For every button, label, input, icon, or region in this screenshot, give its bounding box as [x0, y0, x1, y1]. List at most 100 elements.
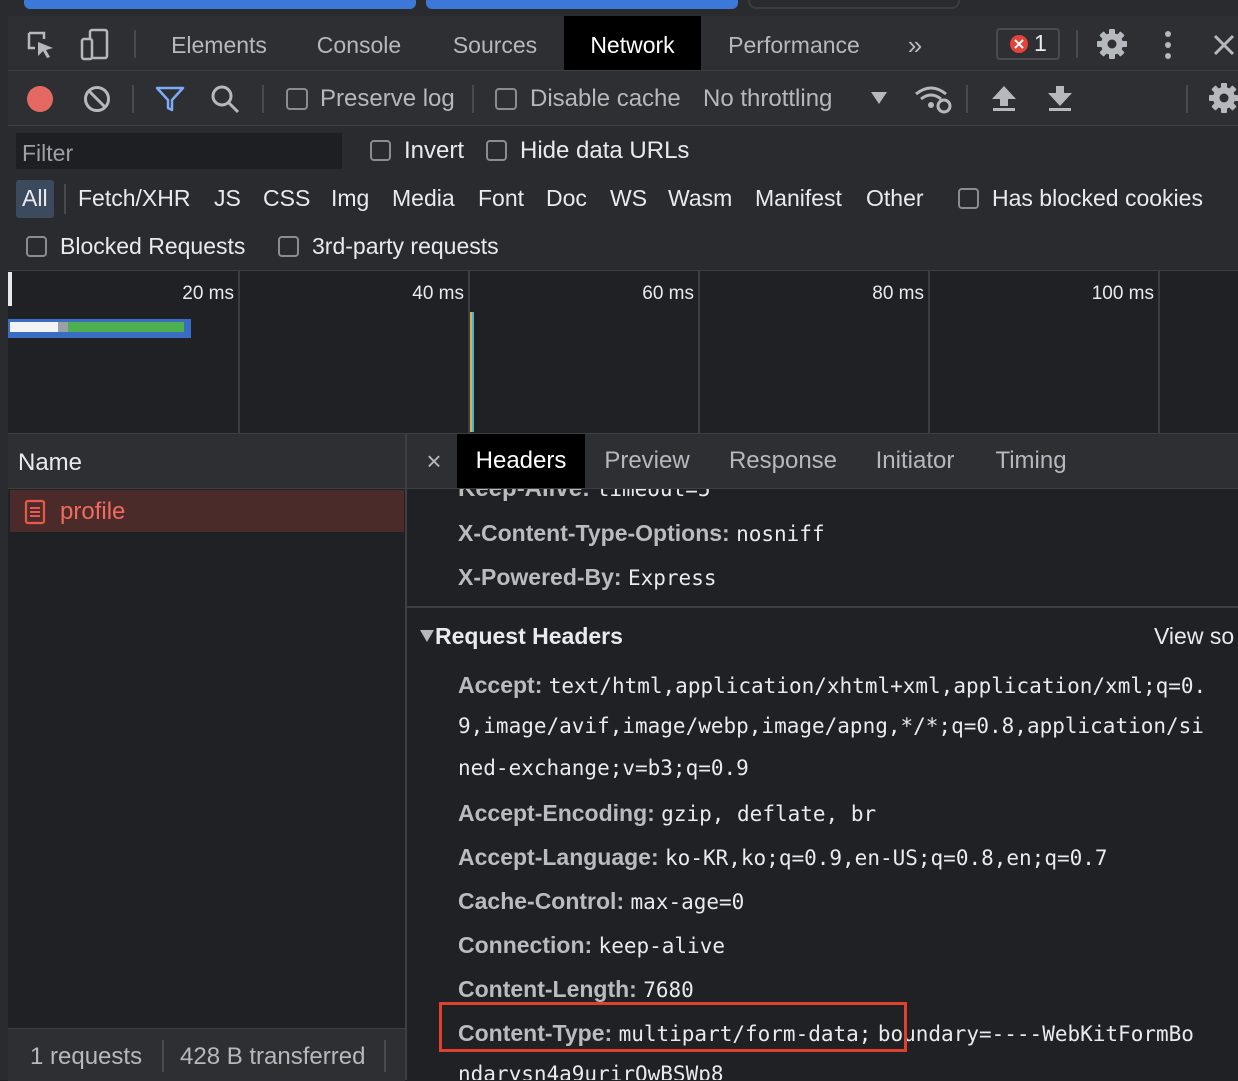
filter-type-font[interactable]: Font [478, 185, 524, 212]
timeline-gridline [238, 271, 240, 433]
filter-type-fetch-xhr[interactable]: Fetch/XHR [78, 185, 190, 212]
network-conditions-icon[interactable] [914, 82, 952, 114]
header-name: Accept: [458, 672, 543, 698]
transferred-size: 428 B transferred [180, 1043, 366, 1070]
filter-type-media[interactable]: Media [392, 185, 455, 212]
tab-timing[interactable]: Timing [986, 434, 1076, 488]
filter-type-js[interactable]: JS [214, 185, 241, 212]
tab-response[interactable]: Response [720, 434, 846, 488]
toolbar-divider [1076, 30, 1078, 58]
header-value: timeout=5 [596, 489, 711, 501]
header-row: Accept-Language: ko-KR,ko;q=0.9,en-US;q=… [458, 844, 1108, 871]
timeline-bar-queue [10, 322, 58, 332]
status-divider [384, 1040, 386, 1072]
tab-elements[interactable]: Elements [154, 16, 284, 70]
header-name: Keep-Alive: [458, 489, 590, 502]
invert-checkbox[interactable] [370, 140, 391, 161]
header-row: Accept: text/html,application/xhtml+xml,… [458, 672, 1206, 699]
chevron-down-icon[interactable] [870, 90, 888, 106]
blocked-requests-label: Blocked Requests [60, 233, 246, 259]
tab-performance[interactable]: Performance [710, 16, 878, 70]
close-devtools-icon[interactable] [1212, 33, 1236, 57]
timeline-bar-stalled [58, 322, 68, 332]
browser-tab[interactable] [748, 0, 960, 9]
load-event-line [472, 312, 474, 432]
preserve-log-label: Preserve log [320, 85, 455, 112]
header-name: Accept-Encoding: [458, 800, 655, 826]
header-name: Accept-Language: [458, 844, 659, 870]
toolbar-divider [262, 85, 264, 113]
filter-type-css[interactable]: CSS [263, 185, 310, 212]
throttling-select[interactable]: No throttling [703, 85, 832, 113]
header-value: keep-alive [598, 934, 725, 958]
network-settings-icon[interactable] [1208, 82, 1238, 114]
header-value-overflow: ndarysn4a9urirOwBSWp8 [407, 1058, 1238, 1080]
tab-sources[interactable]: Sources [436, 16, 554, 70]
inspect-icon[interactable] [26, 30, 56, 60]
header-name: Cache-Control: [458, 888, 625, 914]
disable-cache-checkbox[interactable] [495, 88, 517, 110]
disable-cache-label: Disable cache [530, 85, 681, 112]
header-row: Keep-Alive: timeout=5 [458, 489, 711, 503]
toolbar-divider [134, 30, 136, 58]
status-divider [162, 1040, 164, 1072]
name-column-title: Name [18, 449, 83, 476]
filter-type-other[interactable]: Other [866, 185, 924, 212]
filter-type-ws[interactable]: WS [610, 185, 647, 212]
clear-icon[interactable] [82, 84, 112, 114]
third-party-label: 3rd-party requests [312, 233, 499, 259]
header-name: Connection: [458, 932, 593, 958]
header-value-boundary: boundary=----WebKitFormBo [877, 1022, 1194, 1046]
record-icon[interactable] [26, 85, 54, 113]
header-value-continued: ndarysn4a9urirOwBSWp8 [458, 1062, 724, 1080]
hide-data-urls-label: Hide data URLs [520, 137, 690, 164]
tab-network[interactable]: Network [564, 16, 701, 70]
header-value: ko-KR,ko;q=0.9,en-US;q=0.8,en;q=0.7 [665, 846, 1108, 870]
section-divider [407, 606, 1238, 608]
tab-console[interactable]: Console [298, 16, 420, 70]
highlight-box [439, 1002, 907, 1052]
filter-type-img[interactable]: Img [331, 185, 369, 212]
has-blocked-cookies-checkbox[interactable] [958, 188, 979, 209]
search-icon[interactable] [210, 84, 240, 114]
tab-preview[interactable]: Preview [596, 434, 698, 488]
toolbar-divider [132, 85, 134, 113]
header-name: Content-Length: [458, 976, 637, 1002]
timeline-bar-waiting [68, 322, 184, 332]
hide-data-urls-checkbox[interactable] [486, 140, 507, 161]
timeline-gridline [928, 271, 930, 433]
filter-placeholder: Filter [22, 140, 74, 166]
header-value: gzip, deflate, br [661, 802, 877, 826]
toolbar-divider [966, 85, 968, 113]
error-icon [1010, 35, 1028, 53]
browser-tab[interactable] [24, 0, 416, 9]
export-har-icon[interactable] [1046, 84, 1074, 112]
header-row: Connection: keep-alive [458, 932, 725, 959]
disclosure-triangle-icon[interactable] [419, 629, 435, 643]
settings-icon[interactable] [1096, 28, 1128, 60]
kebab-menu-icon[interactable] [1160, 30, 1176, 60]
header-row: X-Powered-By: Express [458, 564, 717, 591]
import-har-icon[interactable] [990, 84, 1018, 112]
close-detail-button[interactable]: × [420, 434, 448, 488]
device-toolbar-icon[interactable] [80, 28, 110, 62]
tab-initiator[interactable]: Initiator [866, 434, 964, 488]
blocked-requests-checkbox[interactable] [26, 236, 47, 257]
view-source-link[interactable]: View so [1154, 623, 1234, 650]
toolbar-divider [1186, 85, 1188, 113]
request-headers-title[interactable]: Request Headers [435, 623, 623, 650]
document-icon [24, 499, 46, 525]
filter-icon[interactable] [154, 85, 186, 113]
toolbar-divider [472, 85, 474, 113]
filter-type-doc[interactable]: Doc [546, 185, 587, 212]
browser-tab[interactable] [426, 0, 738, 9]
filter-type-manifest[interactable]: Manifest [755, 185, 842, 212]
filter-type-wasm[interactable]: Wasm [668, 185, 732, 212]
more-tabs-button[interactable]: » [898, 16, 932, 70]
preserve-log-checkbox[interactable] [286, 88, 308, 110]
header-row: Content-Length: 7680 [458, 976, 694, 1003]
header-value: 7680 [643, 978, 694, 1002]
has-blocked-cookies-label: Has blocked cookies [992, 185, 1203, 211]
third-party-checkbox[interactable] [278, 236, 299, 257]
tab-headers[interactable]: Headers [457, 434, 585, 488]
